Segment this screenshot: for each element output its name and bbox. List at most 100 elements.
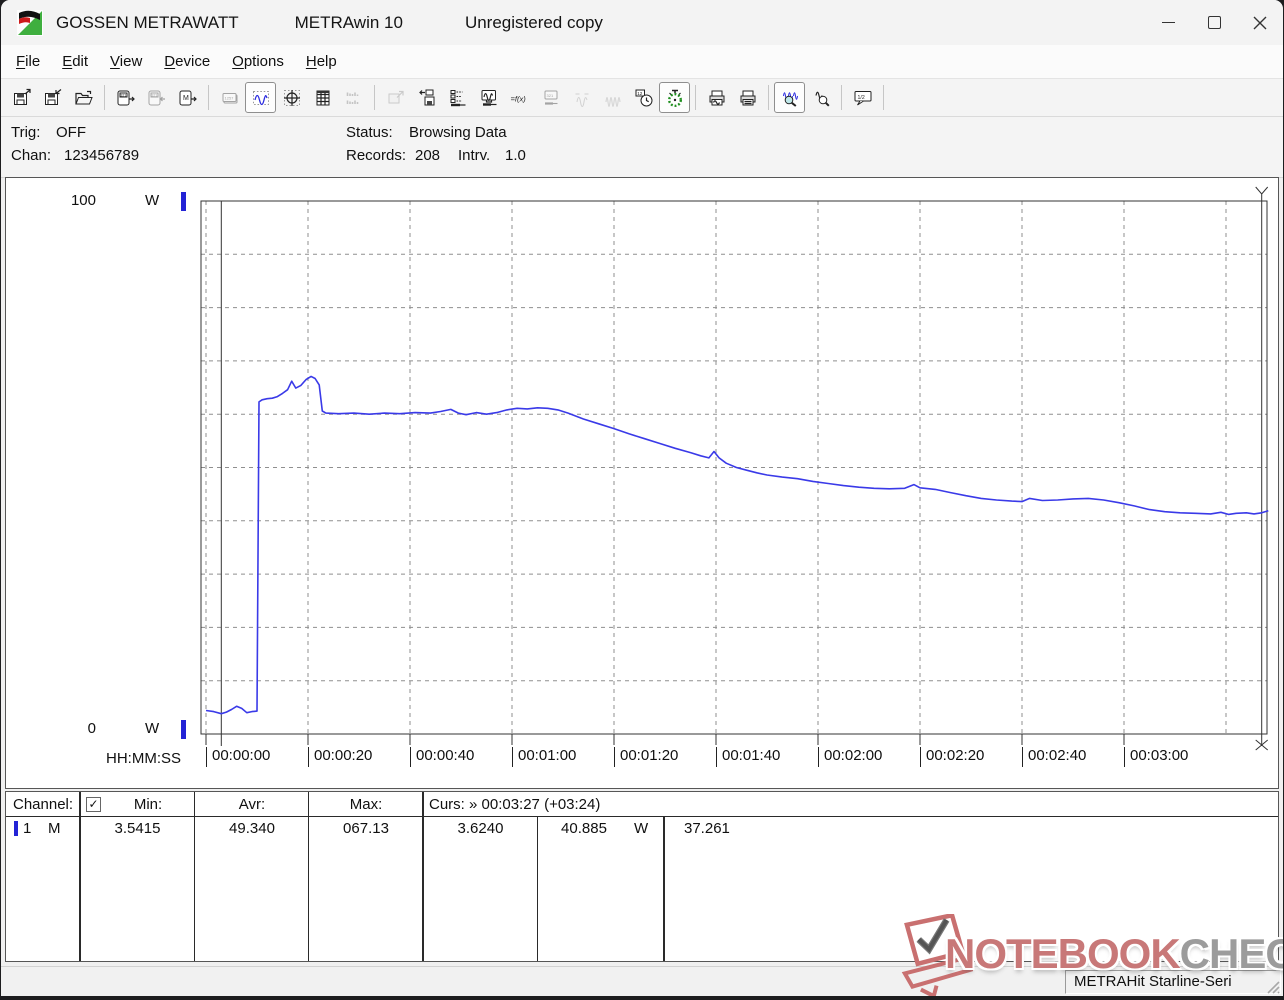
value-extra: 37.261 [684, 820, 730, 838]
trig-value: OFF [56, 124, 86, 141]
x-tick-label: 00:00:40 [410, 747, 474, 767]
trigger-timer-button[interactable] [659, 82, 690, 113]
display-config-button: 321 [535, 82, 566, 113]
table-column-divider [663, 816, 665, 961]
wave-dense-icon [603, 88, 623, 108]
value-min: 3.5415 [81, 820, 194, 838]
status-label: Status: [346, 124, 393, 141]
zoom-out-curve-icon [811, 88, 831, 108]
menu-options[interactable]: Options [221, 48, 295, 75]
export-data-button [380, 82, 411, 113]
close-button[interactable] [1237, 0, 1283, 45]
toolbar-separator [104, 85, 105, 110]
menu-help[interactable]: Help [295, 48, 348, 75]
channel-config-button[interactable] [442, 82, 473, 113]
toolbar-separator [695, 85, 696, 110]
chan-label: Chan: [11, 147, 51, 164]
maximize-icon [1208, 16, 1221, 29]
print-button[interactable] [732, 82, 763, 113]
device-read-out-button[interactable]: 321 [110, 82, 141, 113]
records-value: 208 [415, 147, 440, 164]
table-view-button[interactable] [307, 82, 338, 113]
cursor-2-top-marker[interactable] [1256, 187, 1268, 201]
open-folder-icon [74, 88, 94, 108]
save-export-button[interactable] [6, 82, 37, 113]
device-memory-out-icon: M [178, 88, 198, 108]
curve-chart-view-button[interactable] [245, 82, 276, 113]
monitor-setup-button[interactable] [473, 82, 504, 113]
svg-text:321: 321 [546, 93, 553, 98]
trigger-timer-icon [665, 88, 685, 108]
save-import-icon [43, 88, 63, 108]
store-to-device-button[interactable] [411, 82, 442, 113]
x-tick-label: 00:03:00 [1124, 747, 1188, 767]
window-title-app: GOSSEN METRAWATT [56, 13, 239, 33]
table-column-divider [194, 792, 195, 961]
minimize-button[interactable] [1145, 0, 1191, 45]
table-view-icon [313, 88, 333, 108]
scope-view-icon [282, 88, 302, 108]
annotation-values-button[interactable]: 1/2 [847, 82, 878, 113]
wave-single-icon [572, 88, 592, 108]
y-axis-max-label: 100 [64, 192, 96, 209]
resize-grip[interactable] [1265, 979, 1280, 994]
min-max-checkbox[interactable]: ✓ [86, 797, 101, 812]
interval-clock-button[interactable]: 12 [628, 82, 659, 113]
wave-dense-button [597, 82, 628, 113]
zoom-out-curve-button[interactable] [805, 82, 836, 113]
status-bar: METRAHit Starline-Seri [1, 966, 1283, 996]
formula-fx-icon: =f(x) [509, 88, 531, 108]
x-tick-label: 00:02:40 [1022, 747, 1086, 767]
x-tick-label: 00:00:20 [308, 747, 372, 767]
print-preview-button[interactable] [701, 82, 732, 113]
svg-text:321: 321 [151, 93, 157, 97]
header-max: Max: [310, 796, 422, 814]
print-preview-icon [707, 88, 727, 108]
store-to-device-icon [417, 88, 437, 108]
save-export-icon [12, 88, 32, 108]
menu-device[interactable]: Device [153, 48, 221, 75]
digital-display-view-button: 1257 [214, 82, 245, 113]
minimize-icon [1162, 22, 1175, 24]
header-cursor-readout: Curs: » 00:03:27 (+03:24) [429, 796, 600, 814]
svg-text:M: M [183, 95, 189, 102]
x-tick-label: 00:02:20 [920, 747, 984, 767]
toolbar-separator [374, 85, 375, 110]
toolbar-separator [768, 85, 769, 110]
histogram-view-button [338, 82, 369, 113]
device-read-out-icon: 321 [116, 88, 136, 108]
menu-edit[interactable]: Edit [51, 48, 99, 75]
x-tick-label: 00:01:20 [614, 747, 678, 767]
channel-config-icon [448, 88, 468, 108]
header-channel: Channel: [13, 796, 73, 814]
chan-value: 123456789 [64, 147, 139, 164]
table-column-divider [79, 792, 81, 961]
open-folder-button[interactable] [68, 82, 99, 113]
maximize-button[interactable] [1191, 0, 1237, 45]
interval-clock-icon: 12 [634, 88, 654, 108]
toolbar-separator [883, 85, 884, 110]
zoom-in-curve-button[interactable] [774, 82, 805, 113]
measurement-table: Channel: ✓ Min: Avr: Max: Curs: » 00:03:… [5, 791, 1279, 962]
y-axis-top-marker [181, 192, 186, 211]
export-data-icon [386, 88, 406, 108]
value-max: 067.13 [310, 820, 422, 838]
x-axis-format-caption: HH:MM:SS [106, 750, 181, 767]
curve-chart-view-icon [251, 88, 271, 108]
value-avr: 49.340 [196, 820, 308, 838]
window-title-product: METRAwin 10 [295, 13, 403, 33]
menu-view[interactable]: View [99, 48, 153, 75]
y-axis-bottom-marker [181, 720, 186, 739]
device-memory-out-button[interactable]: M [172, 82, 203, 113]
toolbar: 321 321 M 1257 =f(x) 321 12 1/2 [1, 79, 1283, 117]
interval-label: Intrv. [458, 147, 490, 164]
formula-fx-button[interactable]: =f(x) [504, 82, 535, 113]
svg-text:1/2: 1/2 [857, 94, 864, 100]
value-cursor2-unit: W [634, 820, 648, 838]
save-import-button[interactable] [37, 82, 68, 113]
chart-panel: 100 W 0 W HH:MM:SS 00:00:0000:00:2000:00… [5, 177, 1279, 789]
svg-text:12: 12 [637, 91, 643, 96]
menu-file[interactable]: File [5, 48, 51, 75]
channel-color-indicator [14, 821, 18, 836]
scope-view-button[interactable] [276, 82, 307, 113]
